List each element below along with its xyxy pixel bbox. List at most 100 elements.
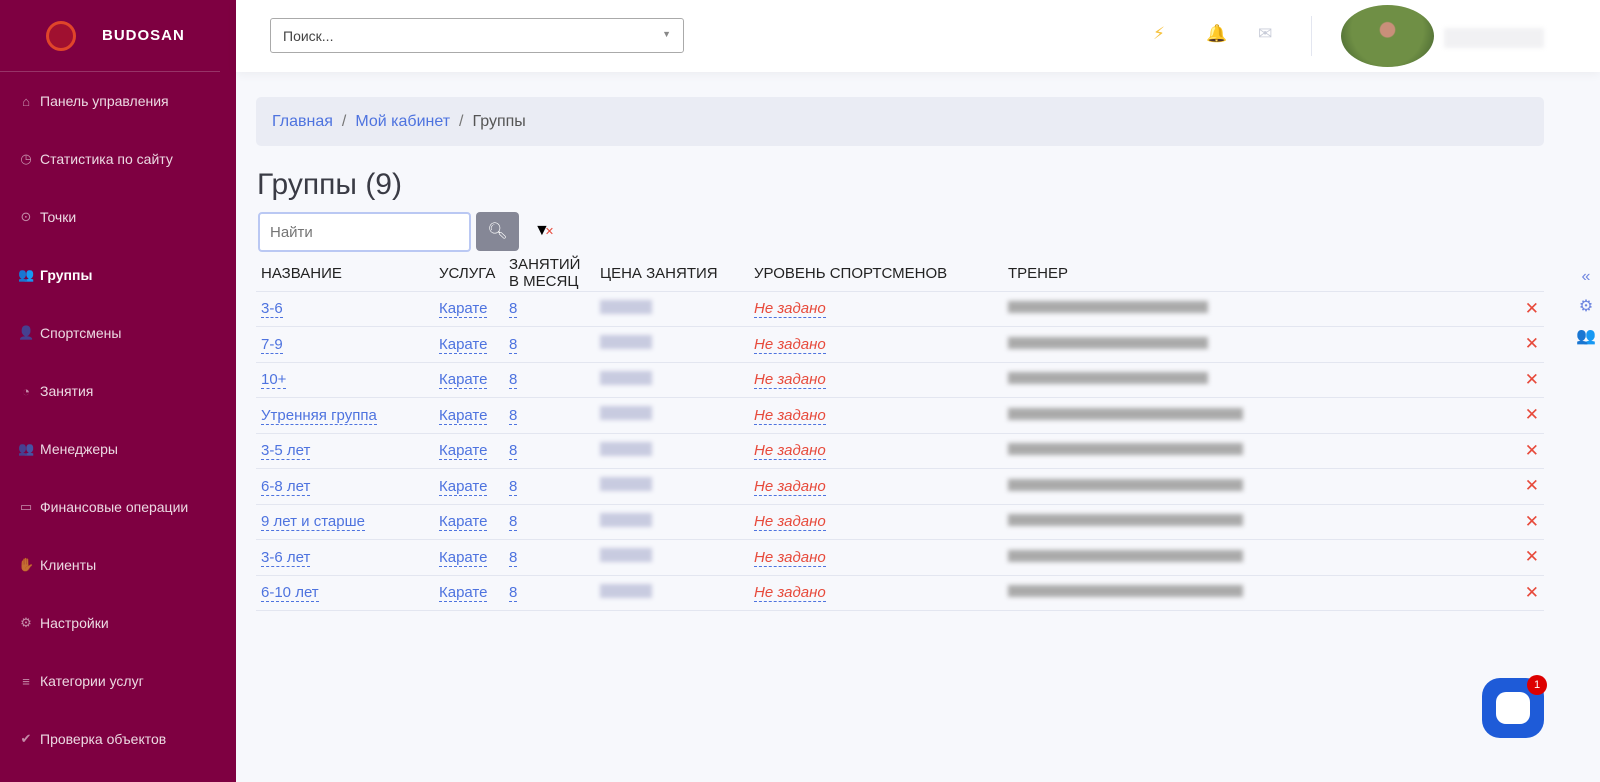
delete-icon[interactable]: ✕ [1270,504,1544,540]
lessons-link[interactable]: 8 [509,300,518,319]
brand[interactable]: BUDOSAN [0,0,220,72]
sidebar-icon: ◔ [22,383,30,399]
sidebar-item[interactable]: ⌂ Панель управления [0,72,236,130]
column-header: ЗАНЯТИЙ В МЕСЯЦ [504,256,595,292]
delete-icon[interactable]: ✕ [1270,291,1544,327]
lightning-icon[interactable]: ⚡ [1153,24,1165,44]
group-name-link[interactable]: 9 лет и старше [261,513,365,532]
level-link[interactable]: Не задано [754,406,826,425]
group-count: (9) [365,168,402,201]
trainer-redacted [1008,585,1243,598]
lessons-link[interactable]: 8 [509,406,518,425]
sidebar-item[interactable]: 👤 Спортсмены [0,304,236,362]
level-link[interactable]: Не задано [754,548,826,567]
sidebar-item[interactable]: ⊙ Точки [0,188,236,246]
price-redacted[interactable] [600,299,652,314]
group-name-link[interactable]: 6-10 лет [261,584,319,603]
price-redacted[interactable] [600,548,652,563]
lessons-link[interactable]: 8 [509,371,518,390]
sidebar-icon: ✋ [18,557,35,572]
column-header: УСЛУГА [434,256,504,292]
delete-icon[interactable]: ✕ [1270,575,1544,611]
price-redacted[interactable] [600,370,652,385]
sidebar-item[interactable]: ✋ Клиенты [0,536,236,594]
service-link[interactable]: Карате [439,548,488,567]
service-link[interactable]: Карате [439,442,488,461]
price-redacted[interactable] [600,406,652,421]
global-search-select[interactable]: Поиск... ▼ [270,18,684,53]
sidebar-item[interactable]: ◔ Занятия [0,362,236,420]
delete-icon[interactable]: ✕ [1270,362,1544,398]
lessons-link[interactable]: 8 [509,513,518,532]
sidebar-item-label: Категории услуг [40,673,144,689]
sidebar-icon: ⌂ [22,93,30,109]
group-name-link[interactable]: Утренняя группа [261,406,377,425]
level-link[interactable]: Не задано [754,371,826,390]
group-name-link[interactable]: 7-9 [261,335,283,354]
price-redacted[interactable] [600,441,652,456]
service-link[interactable]: Карате [439,513,488,532]
level-link[interactable]: Не задано [754,477,826,496]
avatar[interactable] [1341,5,1434,67]
group-name-link[interactable]: 6-8 лет [261,477,311,496]
lessons-link[interactable]: 8 [509,548,518,567]
envelope-icon[interactable]: ✉ [1258,24,1272,44]
sidebar-item[interactable]: ≡ Категории услуг [0,652,236,710]
chat-badge: 1 [1527,675,1547,695]
table-row: 3-5 лет Карате 8 Не задано ✕ [256,433,1544,469]
level-link[interactable]: Не задано [754,442,826,461]
sidebar-item[interactable]: 👥 Группы [0,246,236,304]
search-button[interactable]: 🔍︎ [476,212,519,251]
level-link[interactable]: Не задано [754,300,826,319]
sidebar-item-label: Точки [40,209,77,225]
collapse-icon[interactable]: « [1572,262,1600,292]
level-link[interactable]: Не задано [754,513,826,532]
breadcrumb-cabinet[interactable]: Мой кабинет [355,113,450,130]
sidebar-item[interactable]: ▭ Финансовые операции [0,478,236,536]
price-redacted[interactable] [600,335,652,350]
group-name-link[interactable]: 10+ [261,371,287,390]
group-name-link[interactable]: 3-6 лет [261,548,311,567]
service-link[interactable]: Карате [439,335,488,354]
sidebar-item-label: Настройки [40,615,109,631]
sidebar-icon: 👥 [18,267,35,282]
delete-icon[interactable]: ✕ [1270,539,1544,576]
sidebar-item[interactable]: ◷ Статистика по сайту [0,130,236,188]
clear-filter-icon[interactable]: ▼✕ [534,222,554,240]
price-redacted[interactable] [600,477,652,492]
service-link[interactable]: Карате [439,300,488,319]
group-name-link[interactable]: 3-5 лет [261,442,311,461]
lessons-link[interactable]: 8 [509,584,518,603]
users-icon[interactable]: 👥 [1572,322,1600,352]
level-link[interactable]: Не задано [754,584,826,603]
delete-icon[interactable]: ✕ [1270,397,1544,434]
service-link[interactable]: Карате [439,477,488,496]
sidebar-item[interactable]: 👥 Менеджеры [0,420,236,478]
user-name-redacted[interactable] [1444,28,1544,48]
trainer-redacted [1008,372,1208,385]
service-link[interactable]: Карате [439,406,488,425]
price-redacted[interactable] [600,512,652,527]
bell-icon[interactable]: 🔔 [1206,24,1227,44]
delete-icon[interactable]: ✕ [1270,326,1544,363]
find-input[interactable] [258,212,471,252]
lessons-link[interactable]: 8 [509,442,518,461]
sidebar-item-label: Клиенты [40,557,97,573]
delete-icon[interactable]: ✕ [1270,468,1544,505]
sidebar-item[interactable]: ✔ Проверка объектов [0,710,236,768]
breadcrumb-home[interactable]: Главная [272,113,333,130]
service-link[interactable]: Карате [439,371,488,390]
settings-gears-icon[interactable]: ⚙ [1572,292,1600,322]
group-name-link[interactable]: 3-6 [261,300,283,319]
trainer-redacted [1008,407,1243,420]
level-link[interactable]: Не задано [754,335,826,354]
lessons-link[interactable]: 8 [509,335,518,354]
delete-icon[interactable]: ✕ [1270,433,1544,469]
breadcrumb-current: Группы [472,113,526,130]
sidebar: BUDOSAN ⌂ Панель управления ◷ Статистика по… [0,0,236,782]
sidebar-item[interactable]: ⚙ Настройки [0,594,236,652]
price-redacted[interactable] [600,583,652,598]
service-link[interactable]: Карате [439,584,488,603]
page-title: Группы (9) [257,168,402,201]
lessons-link[interactable]: 8 [509,477,518,496]
